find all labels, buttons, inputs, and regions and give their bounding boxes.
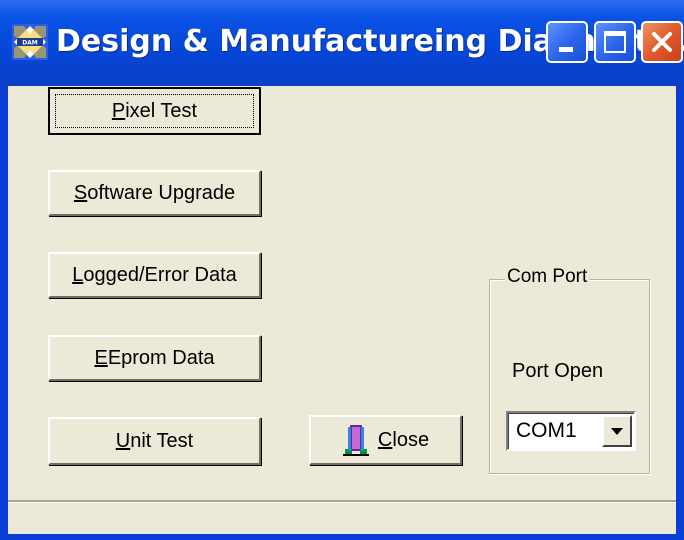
svg-text:DAM: DAM [22, 40, 38, 47]
unit-test-button[interactable]: Unit Test [48, 417, 261, 465]
close-mnemonic: C [377, 428, 393, 451]
pixel-test-mnemonic: P [111, 99, 126, 122]
close-window-button[interactable] [641, 21, 683, 63]
software-upgrade-mnemonic: S [73, 181, 88, 204]
status-bar [8, 500, 676, 534]
app-logo-icon: DAM [12, 24, 48, 60]
logged-error-mnemonic: L [72, 263, 84, 286]
com-port-select[interactable]: COM1 [506, 411, 636, 451]
minimize-button[interactable] [546, 21, 588, 63]
software-upgrade-label: oftware Upgrade [87, 181, 236, 204]
com-port-group-label: Com Port [505, 266, 590, 288]
port-open-label: Port Open [512, 360, 604, 382]
logged-error-data-button[interactable]: Logged/Error Data [48, 252, 261, 298]
pixel-test-label: ixel Test [125, 99, 198, 122]
minimize-icon [559, 47, 573, 52]
close-icon [652, 32, 672, 52]
chevron-down-icon [611, 428, 623, 435]
eeprom-mnemonic: E [94, 346, 108, 369]
eeprom-label: Eprom Data [107, 346, 215, 369]
close-label: lose [392, 428, 430, 451]
logged-error-label: ogged/Error Data [83, 263, 237, 286]
software-upgrade-button[interactable]: Software Upgrade [48, 170, 261, 216]
dropdown-button[interactable] [602, 415, 632, 447]
app-window: DAM Design & Manufactureing Diagnostic..… [0, 0, 684, 540]
unit-test-label: nit Test [130, 429, 194, 452]
maximize-button[interactable] [594, 21, 636, 63]
door-exit-icon [342, 425, 369, 456]
close-button[interactable]: Close [309, 415, 462, 465]
client-area: Pixel Test Software Upgrade Logged/Error… [8, 86, 676, 534]
eeprom-data-button[interactable]: E Eprom Data [48, 335, 261, 381]
maximize-icon [604, 31, 626, 53]
title-bar[interactable]: DAM Design & Manufactureing Diagnostic..… [0, 0, 684, 86]
window-title: Design & Manufactureing Diagnostic... [56, 24, 684, 59]
pixel-test-button[interactable]: Pixel Test [48, 87, 261, 135]
com-port-value: COM1 [516, 419, 577, 442]
unit-test-mnemonic: U [115, 429, 131, 452]
